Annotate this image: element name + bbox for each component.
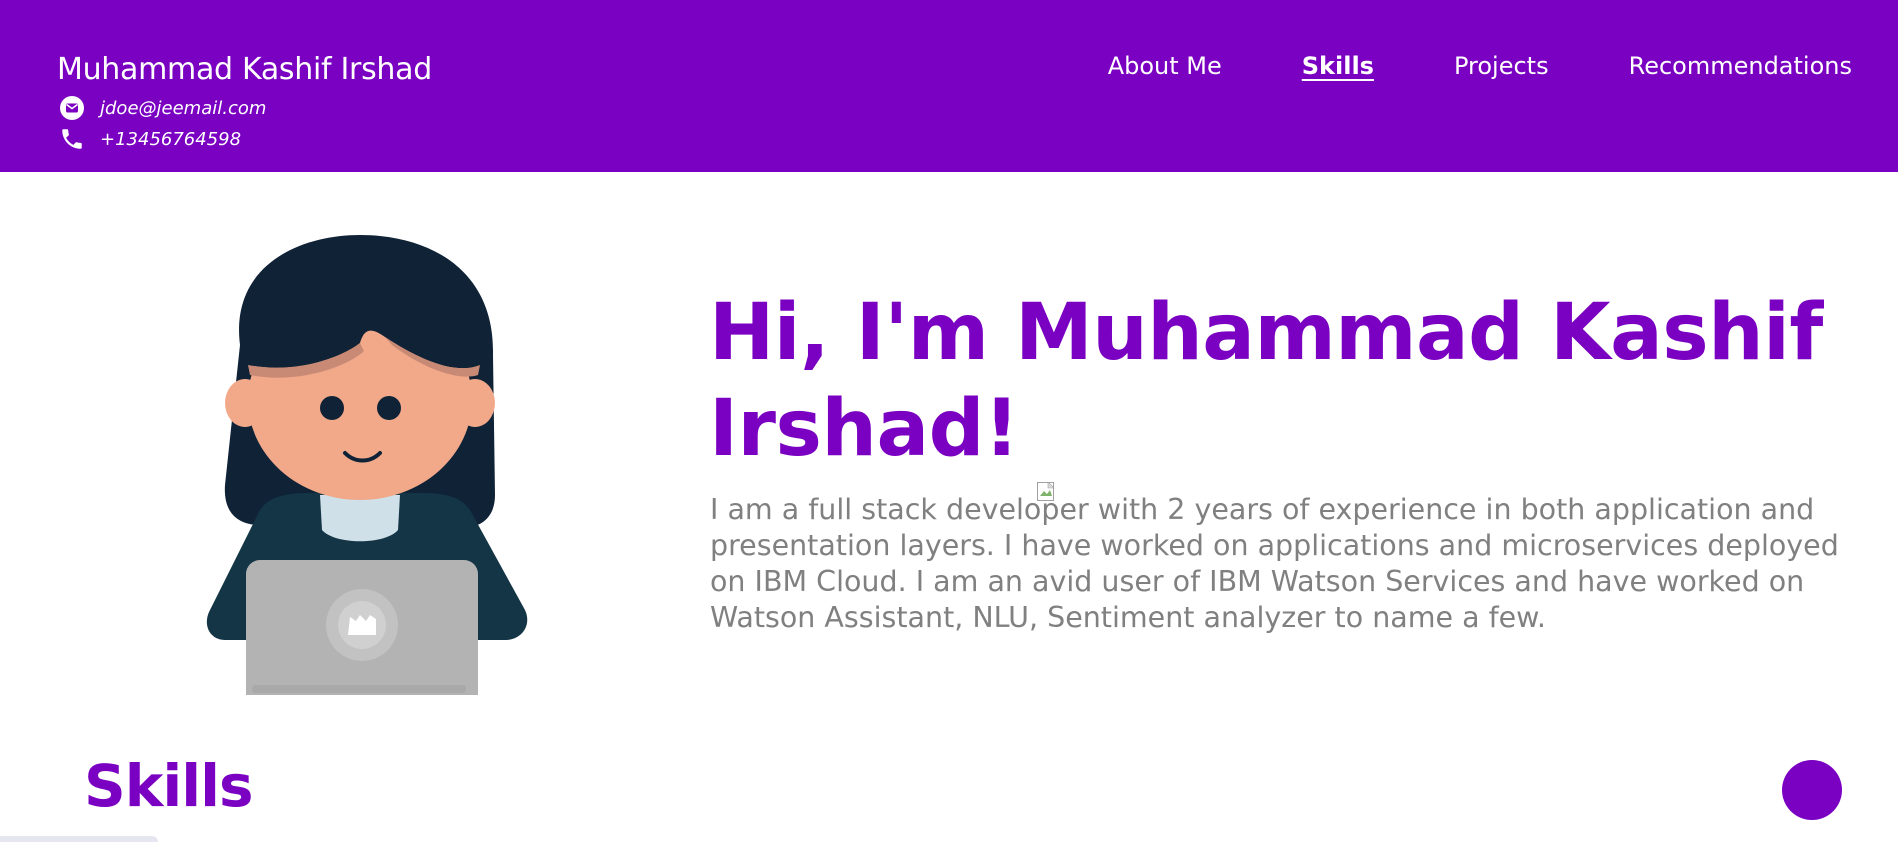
nav-about-me[interactable]: About Me [1108,52,1222,80]
email-text[interactable]: jdoe@jeemail.com [100,98,266,119]
hero-description: I am a full stack developer with 2 years… [710,493,1839,634]
site-header: Muhammad Kashif Irshad jdoe@jeemail.com … [0,0,1898,172]
hero-title: Hi, I'm Muhammad Kashif Irshad! [709,285,1859,501]
scroll-to-top-button[interactable] [1782,760,1842,820]
horizontal-scrollbar[interactable] [0,836,158,842]
broken-image-icon [1037,428,1057,501]
nav-projects[interactable]: Projects [1454,52,1549,80]
contact-email: jdoe@jeemail.com [58,94,266,122]
contact-phone: +13456764598 [58,125,241,153]
envelope-icon [58,94,86,122]
phone-text[interactable]: +13456764598 [100,129,241,150]
main-nav: About Me Skills Projects Recommendations [1028,52,1852,80]
nav-recommendations[interactable]: Recommendations [1629,52,1852,80]
developer-avatar-illustration [170,225,565,740]
site-owner-name: Muhammad Kashif Irshad [57,52,432,87]
nav-skills[interactable]: Skills [1302,52,1374,80]
phone-icon [58,125,86,153]
skills-heading: Skills [84,752,254,820]
